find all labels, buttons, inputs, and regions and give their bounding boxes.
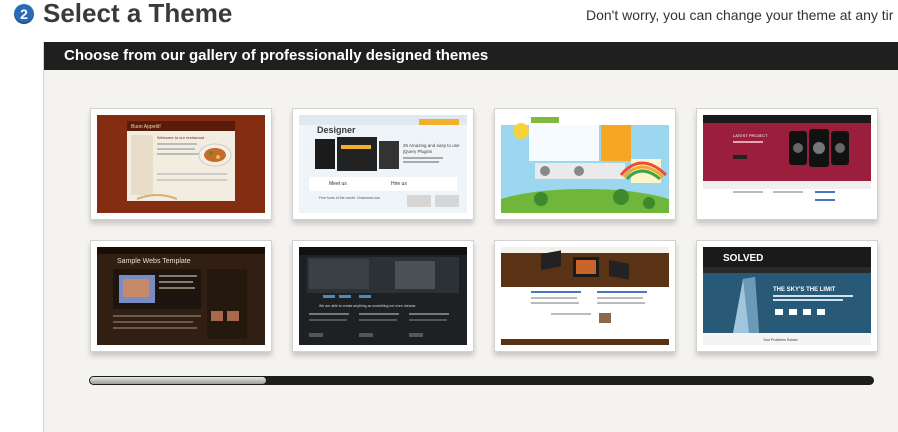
theme-preview-portfolio <box>501 247 669 345</box>
theme-gallery-panel: Choose from our gallery of professionall… <box>43 42 898 432</box>
gallery-scrollbar[interactable] <box>89 376 874 385</box>
designer-promo-line2: jQuery Plugins <box>402 149 433 154</box>
theme-preview-dark: We are able to create anything as someth… <box>299 247 467 345</box>
solved-headline: THE SKY'S THE LIMIT <box>773 287 836 293</box>
designer-meet-us: Meet us <box>329 181 347 187</box>
designer-logo-text: Designer <box>317 125 356 135</box>
designer-promo-line1: 25 Amazing and easy to use <box>403 143 460 148</box>
mobile-latest-project: LATEST PROJECT <box>733 133 768 138</box>
theme-preview-designer: Designer 25 Amazing and easy to use jQue… <box>299 115 467 213</box>
step-number-badge: 2 <box>14 4 34 24</box>
theme-thumbnail-designer[interactable]: Designer 25 Amazing and easy to use jQue… <box>292 108 474 220</box>
theme-thumbnail-wood[interactable]: Sample Webs Template <box>90 240 272 352</box>
theme-thumbnail-dark[interactable]: We are able to create anything as someth… <box>292 240 474 352</box>
theme-preview-wood: Sample Webs Template <box>97 247 265 345</box>
wood-site-title: Sample Webs Template <box>117 258 191 265</box>
designer-free-fonts: Free fonts of the month: Download now <box>319 196 381 200</box>
restaurant-welcome-text: Welcome to our restaurant <box>157 135 205 140</box>
solved-logo-text: SOLVED <box>723 253 763 264</box>
gallery-heading: Choose from our gallery of professionall… <box>44 42 898 70</box>
restaurant-logo-text: Buon Appetit! <box>131 124 161 130</box>
theme-thumbnail-kids[interactable] <box>494 108 676 220</box>
theme-preview-mobile-app: LATEST PROJECT <box>703 115 871 213</box>
dark-tagline: We are able to create anything as someth… <box>319 304 416 308</box>
theme-thumbnail-solved[interactable]: SOLVED THE SKY'S THE LIMIT Your Problems… <box>696 240 878 352</box>
theme-preview-kids <box>501 115 669 213</box>
theme-thumbnail-mobile-app[interactable]: LATEST PROJECT <box>696 108 878 220</box>
gallery-scroll-thumb[interactable] <box>90 377 266 384</box>
theme-preview-solved: SOLVED THE SKY'S THE LIMIT Your Problems… <box>703 247 871 345</box>
theme-thumbnail-restaurant[interactable]: Buon Appetit! Welcome to our restaurant <box>90 108 272 220</box>
solved-tagline: Your Problems Solved <box>763 338 798 342</box>
theme-preview-restaurant: Buon Appetit! Welcome to our restaurant <box>97 115 265 213</box>
theme-change-note: Don't worry, you can change your theme a… <box>586 7 894 23</box>
designer-hire-us: Hire us <box>391 181 407 187</box>
theme-thumbnail-portfolio[interactable] <box>494 240 676 352</box>
page-title: Select a Theme <box>43 0 233 28</box>
